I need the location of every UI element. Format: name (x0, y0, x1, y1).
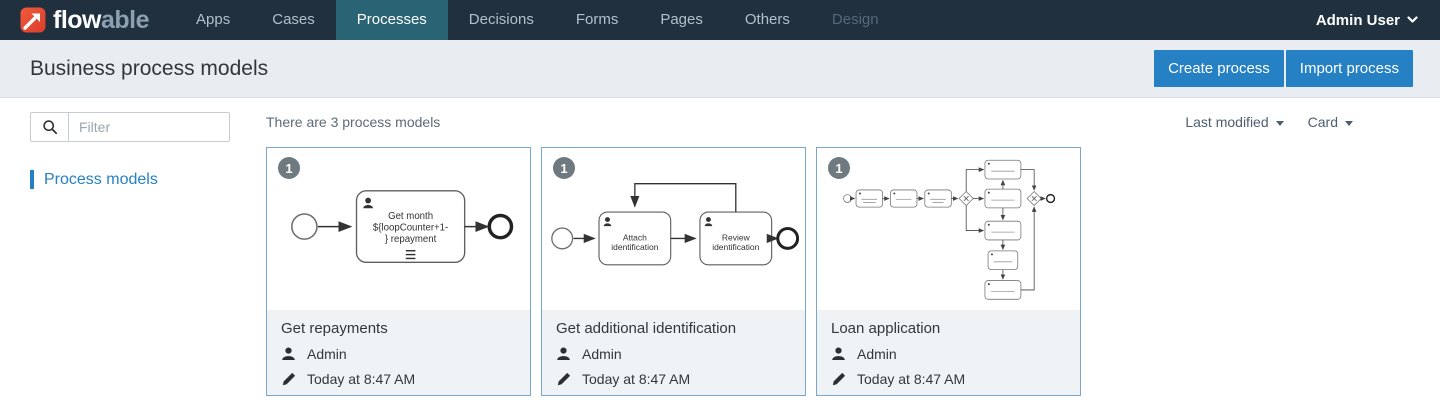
svg-text:Attach: Attach (622, 232, 646, 242)
sidebar: Process models (30, 112, 230, 396)
pencil-icon (281, 372, 296, 386)
pencil-icon (831, 372, 846, 386)
card-title: Loan application (831, 320, 1066, 337)
task-shapes (843, 160, 1020, 299)
process-card-get-repayments[interactable]: 1 (266, 147, 531, 396)
nav-item-design[interactable]: Design (811, 0, 900, 40)
flowable-logo-icon (20, 7, 46, 33)
mini-person-icons (858, 163, 992, 285)
svg-text:Review: Review (721, 232, 750, 242)
card-title: Get additional identification (556, 320, 791, 337)
card-modified: Today at 8:47 AM (307, 371, 415, 387)
end-event (1046, 195, 1054, 203)
nav-item-processes[interactable]: Processes (336, 0, 448, 40)
card-modified-row: Today at 8:47 AM (831, 371, 1066, 387)
svg-text:identification: identification (611, 242, 658, 252)
card-author: Admin (307, 346, 347, 362)
card-author-row: Admin (831, 346, 1066, 362)
sort-dropdown[interactable]: Last modified (1185, 114, 1283, 130)
card-modified: Today at 8:47 AM (582, 371, 690, 387)
nav-item-pages[interactable]: Pages (639, 0, 724, 40)
card-modified-row: Today at 8:47 AM (556, 371, 791, 387)
pencil-icon (556, 372, 571, 386)
page-title: Business process models (30, 57, 268, 81)
nav-item-apps[interactable]: Apps (175, 0, 251, 40)
version-badge: 1 (278, 157, 300, 179)
svg-text:identification: identification (712, 242, 759, 252)
filter-group (30, 112, 230, 142)
end-event (777, 229, 797, 249)
person-icon (556, 347, 571, 361)
import-process-button[interactable]: Import process (1286, 50, 1413, 87)
create-process-button[interactable]: Create process (1154, 50, 1284, 87)
brand-wordmark: flowable (53, 0, 149, 40)
chevron-down-icon (1407, 16, 1418, 24)
navbar-spacer (900, 0, 1316, 40)
bpmn-thumbnail: Get month ${loopCounter+1- } repayment (267, 148, 530, 310)
card-author-row: Admin (281, 346, 516, 362)
model-count-text: There are 3 process models (266, 114, 440, 130)
person-icon (281, 347, 296, 361)
page-header: Business process models Create process I… (0, 40, 1440, 98)
card-footer: Get repayments Admin Today at 8:47 AM (267, 310, 530, 395)
svg-text:${loopCounter+1-: ${loopCounter+1- (372, 222, 447, 233)
card-footer: Loan application Admin Today at 8:47 AM (817, 310, 1080, 395)
process-card-loan-application[interactable]: 1 (816, 147, 1081, 396)
card-author-row: Admin (556, 346, 791, 362)
svg-text:} repayment: } repayment (384, 234, 436, 245)
process-card-get-additional-identification[interactable]: 1 (541, 147, 806, 396)
list-header: There are 3 process models Last modified… (266, 112, 1410, 132)
view-mode-dropdown[interactable]: Card (1308, 114, 1353, 130)
sidebar-nav: Process models (30, 170, 230, 189)
main-nav: Apps Cases Processes Decisions Forms Pag… (175, 0, 900, 40)
card-author: Admin (857, 346, 897, 362)
svg-text:Get month: Get month (388, 211, 433, 222)
version-badge: 1 (828, 157, 850, 179)
start-event (551, 228, 572, 249)
search-icon (31, 113, 69, 141)
bpmn-thumbnail: Attach identification Review identificat… (542, 148, 805, 310)
user-menu[interactable]: Admin User (1316, 0, 1440, 40)
nav-item-cases[interactable]: Cases (251, 0, 336, 40)
user-menu-label: Admin User (1316, 12, 1400, 29)
person-icon (831, 347, 846, 361)
sort-dropdown-label: Last modified (1185, 114, 1268, 130)
view-mode-label: Card (1308, 114, 1338, 130)
card-footer: Get additional identification Admin Toda… (542, 310, 805, 395)
nav-item-decisions[interactable]: Decisions (448, 0, 555, 40)
filter-input[interactable] (69, 113, 229, 141)
end-event (489, 215, 511, 237)
sort-area: Last modified Card (1185, 114, 1353, 130)
sidebar-item-process-models[interactable]: Process models (30, 170, 230, 189)
bpmn-thumbnail (817, 148, 1080, 310)
card-title: Get repayments (281, 320, 516, 337)
loop-back-flow (634, 184, 735, 212)
caret-down-icon (1345, 121, 1353, 126)
version-badge: 1 (553, 157, 575, 179)
caret-down-icon (1276, 121, 1284, 126)
nav-item-forms[interactable]: Forms (555, 0, 640, 40)
process-model-cards: 1 (266, 147, 1410, 396)
header-buttons: Create process Import process (1154, 50, 1413, 87)
card-author: Admin (582, 346, 622, 362)
nav-item-others[interactable]: Others (724, 0, 811, 40)
main-panel: There are 3 process models Last modified… (266, 112, 1410, 396)
content: Process models There are 3 process model… (0, 98, 1440, 396)
card-modified-row: Today at 8:47 AM (281, 371, 516, 387)
flowable-brand[interactable]: flowable (0, 0, 175, 40)
start-event (291, 214, 316, 239)
top-navbar: flowable Apps Cases Processes Decisions … (0, 0, 1440, 40)
card-modified: Today at 8:47 AM (857, 371, 965, 387)
